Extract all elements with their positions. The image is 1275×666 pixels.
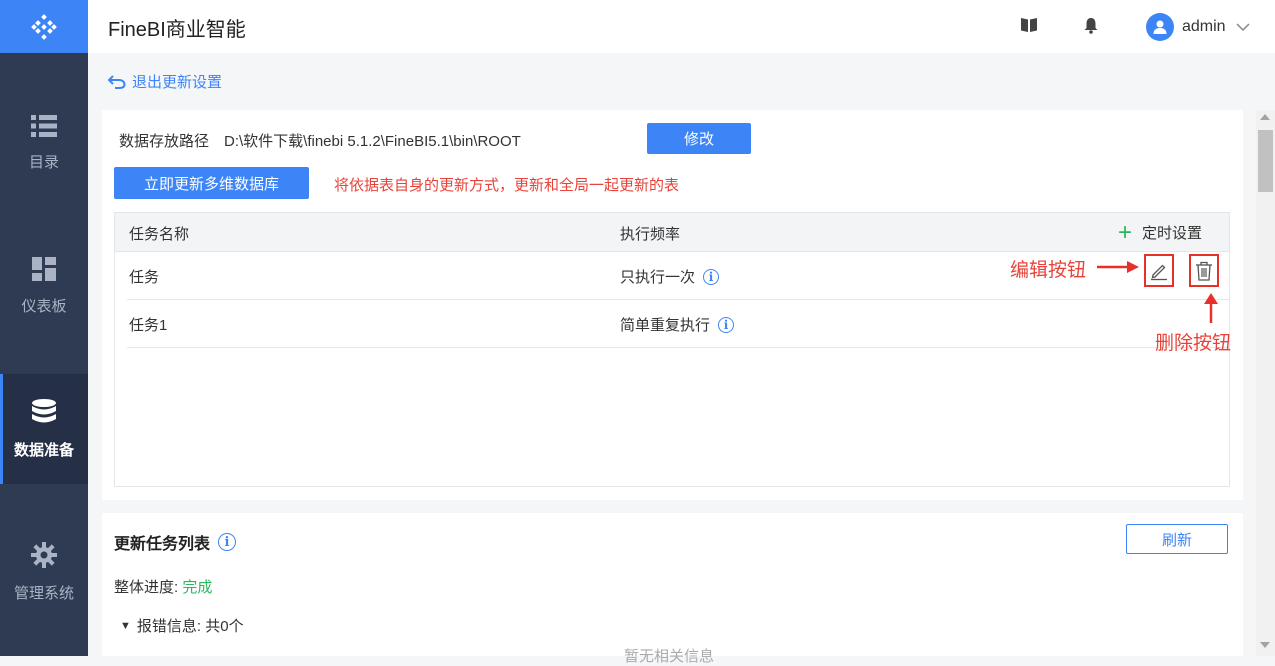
column-header-frequency: 执行频率 (620, 226, 681, 243)
app-logo[interactable] (0, 0, 88, 53)
back-link-label: 退出更新设置 (132, 74, 223, 91)
vertical-scrollbar[interactable] (1256, 110, 1275, 656)
arrow-up-icon (1204, 293, 1218, 323)
username: admin (1182, 18, 1226, 35)
update-note: 将依据表自身的更新方式，更新和全局一起更新的表 (334, 177, 680, 194)
frequency-text: 简单重复执行 (620, 317, 711, 334)
column-header-task-name: 任务名称 (129, 226, 190, 243)
exit-update-settings-link[interactable]: 退出更新设置 (108, 71, 222, 92)
app-title: FineBI商业智能 (108, 19, 246, 41)
trash-icon (1196, 261, 1212, 281)
update-cube-now-button[interactable]: 立即更新多维数据库 (114, 167, 309, 199)
refresh-button[interactable]: 刷新 (1126, 524, 1228, 554)
task-table: 任务名称 执行频率 + 定时设置 任务 只执行一次 i 任务1 简单重复执行 i (114, 212, 1230, 487)
info-icon[interactable]: i (703, 268, 720, 285)
error-info-toggle[interactable]: ▼ 报错信息: 共0个 (120, 615, 244, 636)
storage-path-label: 数据存放路径 (119, 133, 210, 150)
panel-title: 更新任务列表 (114, 536, 211, 553)
task-frequency: 只执行一次 i (620, 266, 720, 287)
task-name: 任务 (129, 269, 160, 286)
modify-path-button[interactable]: 修改 (647, 123, 751, 154)
progress-status: 完成 (182, 579, 213, 596)
progress-label: 整体进度: (114, 579, 179, 596)
task-name: 任务1 (129, 317, 168, 334)
edit-button-annotation: 编辑按钮 (1010, 260, 1087, 281)
list-icon (31, 114, 57, 137)
avatar (1146, 13, 1174, 41)
table-row: 任务1 简单重复执行 i (127, 300, 1229, 348)
task-frequency: 简单重复执行 i (620, 314, 735, 335)
update-task-list-panel: 更新任务列表 i 刷新 整体进度: 完成 ▼ 报错信息: 共0个 暂无相关信息 (102, 513, 1243, 665)
edit-task-button[interactable] (1144, 254, 1174, 287)
sidebar-item-label: 数据准备 (13, 441, 74, 459)
gear-icon (31, 541, 57, 568)
arrow-right-icon (1097, 261, 1139, 273)
scroll-thumb[interactable] (1258, 130, 1273, 192)
add-timer-setting-button[interactable]: + 定时设置 (1118, 218, 1203, 246)
frequency-text: 只执行一次 (620, 269, 696, 286)
update-settings-panel: 数据存放路径 D:\软件下载\finebi 5.1.2\FineBI5.1\bi… (102, 110, 1243, 500)
timer-setting-label: 定时设置 (1142, 225, 1203, 242)
bell-icon[interactable] (1083, 17, 1099, 39)
user-icon (1153, 20, 1167, 34)
sidebar-item-data-prep[interactable]: 数据准备 (0, 374, 88, 484)
sidebar-item-label: 仪表板 (21, 297, 67, 315)
delete-button-annotation: 删除按钮 (1155, 333, 1232, 354)
update-task-list-title: 更新任务列表 i (114, 530, 237, 554)
delete-task-button[interactable] (1189, 254, 1219, 287)
overall-progress: 整体进度: 完成 (114, 576, 212, 597)
pencil-icon (1151, 264, 1167, 280)
error-info-text: 报错信息: 共0个 (136, 618, 244, 635)
chevron-down-icon (1236, 23, 1250, 31)
database-icon (32, 398, 56, 422)
sidebar-item-label: 管理系统 (13, 584, 74, 602)
sidebar-item-admin[interactable]: 管理系统 (0, 517, 88, 627)
logo-icon (31, 13, 57, 40)
undo-arrow-icon (108, 74, 126, 89)
info-icon[interactable]: i (218, 533, 237, 551)
sidebar-item-dashboard[interactable]: 仪表板 (0, 231, 88, 341)
sidebar-item-catalog[interactable]: 目录 (0, 88, 88, 198)
caret-down-icon: ▼ (120, 619, 131, 632)
help-book-icon[interactable] (1020, 17, 1038, 38)
dashboard-icon (32, 256, 56, 281)
top-header: FineBI商业智能 admin (88, 0, 1275, 53)
user-menu[interactable]: admin (1146, 13, 1250, 41)
sidebar-item-label: 目录 (28, 153, 59, 171)
storage-path-value: D:\软件下载\finebi 5.1.2\FineBI5.1\bin\ROOT (224, 133, 521, 150)
table-header: 任务名称 执行频率 + 定时设置 (115, 213, 1229, 252)
info-icon[interactable]: i (718, 316, 735, 333)
scroll-down-arrow-icon[interactable] (1260, 642, 1270, 648)
plus-icon: + (1118, 218, 1133, 246)
scroll-up-arrow-icon[interactable] (1260, 114, 1270, 120)
sidebar: 目录 仪表板 数据准备 管理系统 (0, 0, 88, 656)
